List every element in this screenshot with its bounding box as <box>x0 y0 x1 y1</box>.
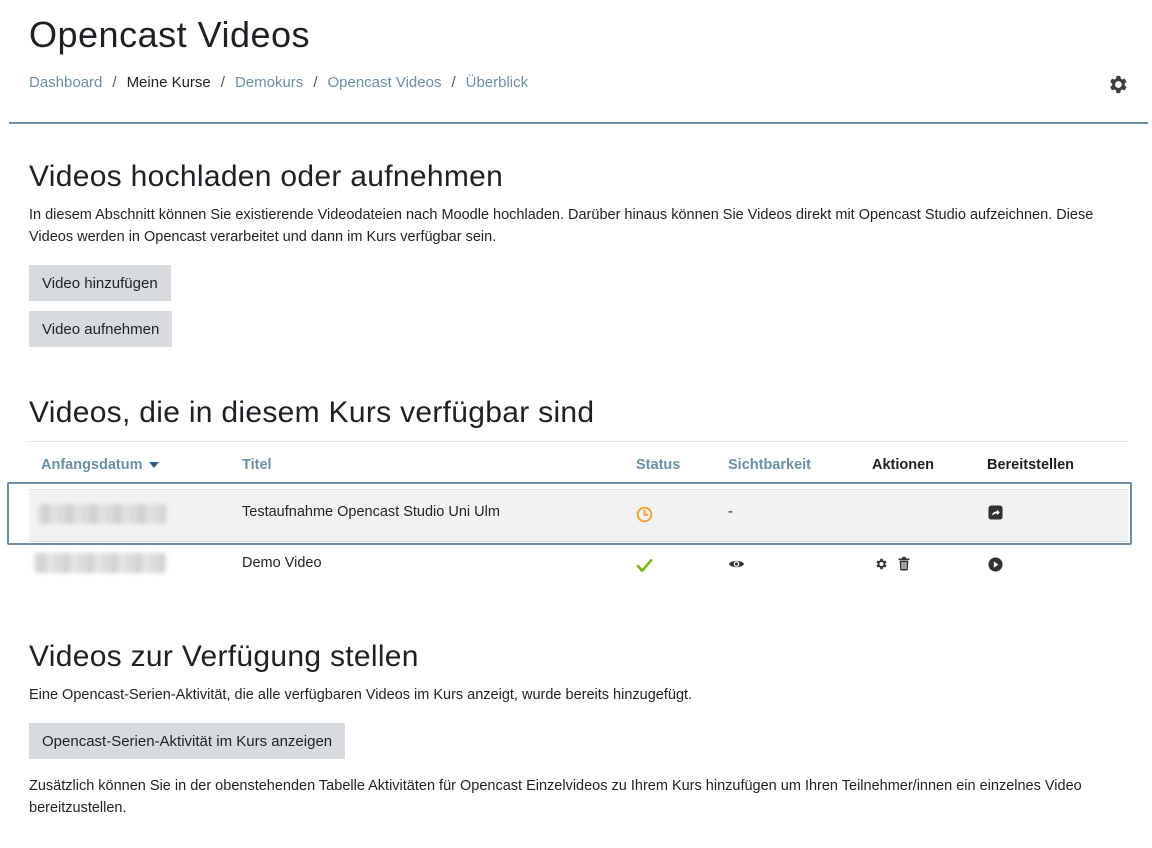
highlight-frame <box>7 482 1132 545</box>
show-series-activity-button[interactable]: Opencast-Serien-Aktivität im Kurs anzeig… <box>29 723 346 759</box>
video-title: Demo Video <box>242 555 322 571</box>
breadcrumb-separator: / <box>112 74 117 91</box>
checkmark-icon <box>635 556 653 574</box>
column-header-provide: Bereitstellen <box>987 457 1075 473</box>
videos-section-heading: Videos, die in diesem Kurs verfügbar sin… <box>29 396 595 429</box>
column-header-status[interactable]: Status <box>636 457 680 473</box>
header-divider <box>9 122 1148 124</box>
trash-icon[interactable] <box>897 556 911 571</box>
column-header-visibility[interactable]: Sichtbarkeit <box>728 457 811 473</box>
record-video-button[interactable]: Video aufnehmen <box>29 311 173 347</box>
provide-section-heading: Videos zur Verfügung stellen <box>29 640 419 673</box>
gear-icon[interactable] <box>873 556 888 571</box>
page-title: Opencast Videos <box>29 14 311 55</box>
breadcrumb-item-ueberblick[interactable]: Überblick <box>466 74 529 91</box>
redacted-date <box>34 553 166 573</box>
provide-section-note: Zusätzlich können Sie in der obenstehend… <box>29 778 1082 816</box>
breadcrumb-item-dashboard[interactable]: Dashboard <box>29 74 102 91</box>
column-header-date-label: Anfangsdatum <box>41 457 143 473</box>
breadcrumb-item-opencast-videos[interactable]: Opencast Videos <box>327 74 441 91</box>
caret-down-icon <box>148 462 159 469</box>
column-header-title[interactable]: Titel <box>242 457 272 473</box>
breadcrumb-separator: / <box>451 74 456 91</box>
breadcrumb: Dashboard / Meine Kurse / Demokurs / Ope… <box>29 74 528 91</box>
breadcrumb-item-meine-kurse: Meine Kurse <box>126 74 211 91</box>
breadcrumb-item-demokurs[interactable]: Demokurs <box>235 74 303 91</box>
provide-section-description: Eine Opencast-Serien-Aktivität, die alle… <box>29 687 693 703</box>
eye-icon[interactable] <box>727 557 745 571</box>
breadcrumb-separator: / <box>313 74 318 91</box>
gear-icon[interactable] <box>1106 73 1129 96</box>
upload-section-heading: Videos hochladen oder aufnehmen <box>29 160 504 193</box>
column-header-date[interactable]: Anfangsdatum <box>41 457 159 473</box>
breadcrumb-separator: / <box>220 74 225 91</box>
add-video-button[interactable]: Video hinzufügen <box>29 265 171 301</box>
play-circle-icon[interactable] <box>987 556 1003 572</box>
upload-section-description: In diesem Abschnitt können Sie existiere… <box>29 207 1094 245</box>
column-header-actions: Aktionen <box>872 457 935 473</box>
table-divider <box>29 441 1128 442</box>
